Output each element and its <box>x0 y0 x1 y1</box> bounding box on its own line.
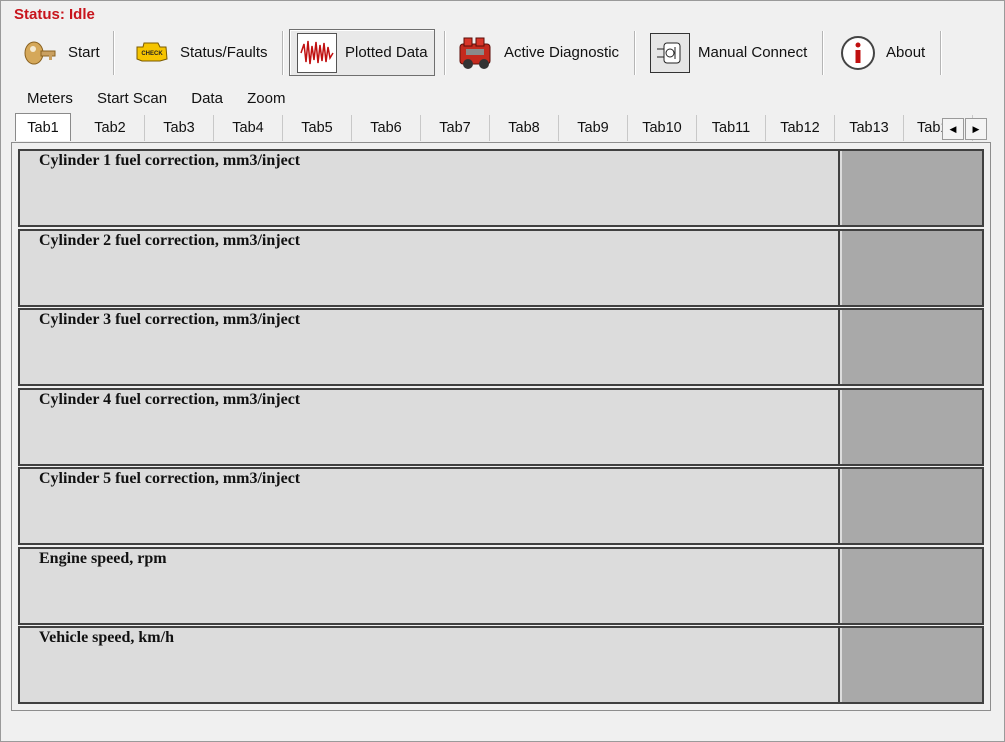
tab-5[interactable]: Tab5 <box>283 115 352 141</box>
plotted-data-button[interactable]: Plotted Data <box>289 29 435 76</box>
plot-side-panel <box>842 549 982 623</box>
plot-title: Cylinder 1 fuel correction, mm3/inject <box>39 152 301 169</box>
about-button[interactable]: About <box>838 29 938 76</box>
manual-connect-button[interactable]: Manual Connect <box>650 29 818 76</box>
plot-vehicle-speed: Vehicle speed, km/h <box>18 626 984 704</box>
tab-1[interactable]: Tab1 <box>15 113 71 141</box>
check-engine-icon: CHECK <box>132 33 172 73</box>
plot-cylinder-3: Cylinder 3 fuel correction, mm3/inject <box>18 308 984 386</box>
toolbar: Start CHECK Status/Faults Plotted Data A… <box>6 27 996 79</box>
toolbar-separator <box>444 31 445 75</box>
tab-6[interactable]: Tab6 <box>352 115 421 141</box>
tab-strip: Tab1 Tab2 Tab3 Tab4 Tab5 Tab6 Tab7 Tab8 … <box>13 113 991 141</box>
start-button-label: Start <box>68 44 100 61</box>
start-button[interactable]: Start <box>20 29 108 76</box>
plot-title: Cylinder 5 fuel correction, mm3/inject <box>39 470 301 487</box>
plot-cylinder-1: Cylinder 1 fuel correction, mm3/inject <box>18 149 984 227</box>
info-icon <box>838 33 878 73</box>
menu-bar: Meters Start Scan Data Zoom <box>27 90 305 107</box>
toolbar-separator <box>113 31 114 75</box>
key-icon <box>20 33 60 73</box>
menu-start-scan[interactable]: Start Scan <box>97 90 167 107</box>
tab-3[interactable]: Tab3 <box>145 115 214 141</box>
plot-title: Engine speed, rpm <box>39 550 167 567</box>
manual-connect-button-label: Manual Connect <box>698 44 808 61</box>
tab-scroll-buttons: ◀ ▶ <box>942 118 988 140</box>
status-label: Status: Idle <box>14 6 95 23</box>
plot-side-panel <box>842 469 982 543</box>
plot-cylinder-2: Cylinder 2 fuel correction, mm3/inject <box>18 229 984 307</box>
tab-scroll-left-icon[interactable]: ◀ <box>942 118 964 140</box>
about-button-label: About <box>886 44 926 61</box>
waveform-icon <box>297 32 337 73</box>
plot-side-panel <box>842 231 982 305</box>
menu-data[interactable]: Data <box>191 90 223 107</box>
plotted-data-button-label: Plotted Data <box>345 44 428 61</box>
status-faults-button[interactable]: CHECK Status/Faults <box>132 29 274 76</box>
plot-side-panel <box>842 151 982 225</box>
toolbar-separator <box>634 31 635 75</box>
tab-7[interactable]: Tab7 <box>421 115 490 141</box>
check-badge-text: CHECK <box>141 51 163 57</box>
toolbar-separator <box>940 31 941 75</box>
plot-title: Cylinder 3 fuel correction, mm3/inject <box>39 311 301 328</box>
active-diagnostic-button[interactable]: Active Diagnostic <box>456 29 626 76</box>
tab-4[interactable]: Tab4 <box>214 115 283 141</box>
toolbar-separator <box>822 31 823 75</box>
tab-13[interactable]: Tab13 <box>835 115 904 141</box>
status-faults-button-label: Status/Faults <box>180 44 268 61</box>
plot-side-panel <box>842 390 982 464</box>
tab-9[interactable]: Tab9 <box>559 115 628 141</box>
tab-10[interactable]: Tab10 <box>628 115 697 141</box>
plot-title: Cylinder 2 fuel correction, mm3/inject <box>39 232 301 249</box>
plot-title: Cylinder 4 fuel correction, mm3/inject <box>39 391 301 408</box>
plot-side-panel <box>842 628 982 702</box>
toolbar-separator <box>282 31 283 75</box>
menu-meters[interactable]: Meters <box>27 90 73 107</box>
plot-title: Vehicle speed, km/h <box>39 629 174 646</box>
tab-8[interactable]: Tab8 <box>490 115 559 141</box>
tab-12[interactable]: Tab12 <box>766 115 835 141</box>
tab-11[interactable]: Tab11 <box>697 115 766 141</box>
menu-zoom[interactable]: Zoom <box>247 90 285 107</box>
plot-engine-speed: Engine speed, rpm <box>18 547 984 625</box>
engine-icon <box>456 33 496 73</box>
tab-scroll-right-icon[interactable]: ▶ <box>965 118 987 140</box>
plot-cylinder-5: Cylinder 5 fuel correction, mm3/inject <box>18 467 984 545</box>
plot-cylinder-4: Cylinder 4 fuel correction, mm3/inject <box>18 388 984 466</box>
active-diagnostic-button-label: Active Diagnostic <box>504 44 620 61</box>
tab-2[interactable]: Tab2 <box>76 115 145 141</box>
plot-side-panel <box>842 310 982 384</box>
connector-icon <box>650 32 690 73</box>
